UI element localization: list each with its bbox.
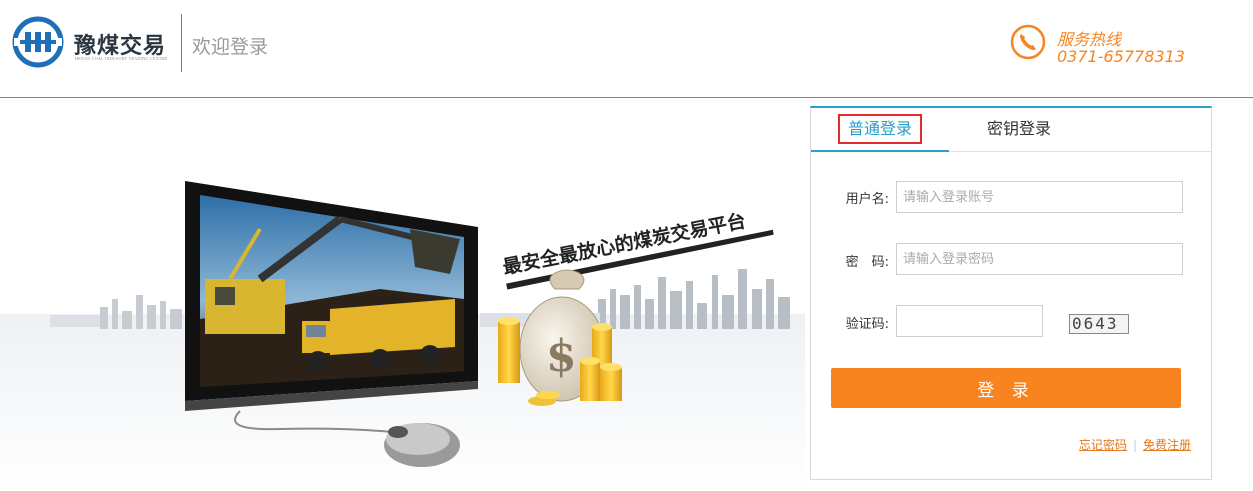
login-panel: 普通登录 密钥登录 用户名: 密 码: 验证码: 0643 登 录 忘记密码 | 免…: [810, 106, 1212, 480]
register-link[interactable]: 免费注册: [1143, 438, 1191, 452]
mouse-icon: [384, 423, 460, 467]
username-input[interactable]: [896, 181, 1183, 213]
login-button[interactable]: 登 录: [831, 368, 1181, 408]
phone-icon: [1010, 24, 1046, 60]
captcha-label: 验证码:: [845, 317, 889, 332]
dollar-icon: $: [546, 331, 577, 382]
login-page: 豫煤交易 HENAN COAL INDUSTRY TRADING CENTER …: [0, 0, 1253, 491]
captcha-image[interactable]: 0643: [1069, 314, 1129, 334]
tab-key-login[interactable]: 密钥登录: [959, 108, 1079, 152]
password-label: 密 码:: [845, 255, 889, 270]
monitor: [185, 181, 478, 411]
welcome-text: 欢迎登录: [192, 36, 269, 58]
coal-exchange-logo-icon: [12, 16, 64, 68]
forgot-password-link[interactable]: 忘记密码: [1079, 438, 1127, 452]
header-divider: [181, 14, 182, 72]
header: 豫煤交易 HENAN COAL INDUSTRY TRADING CENTER …: [0, 0, 1253, 98]
slogan-group: 最安全最放心的煤炭交易平台: [501, 209, 774, 290]
tab-normal-login[interactable]: 普通登录: [811, 108, 949, 152]
link-separator: |: [1132, 438, 1137, 452]
login-tabs: 普通登录 密钥登录: [811, 108, 1211, 152]
username-label: 用户名:: [845, 192, 889, 207]
password-input[interactable]: [896, 243, 1183, 275]
banner-illustration: 最安全最放心的煤炭交易平台 $: [0, 181, 805, 491]
hotline-number: 0371-65778313: [1057, 47, 1185, 66]
promo-banner: 最安全最放心的煤炭交易平台 $: [0, 99, 805, 491]
tab-normal-login-label: 普通登录: [837, 114, 922, 144]
captcha-input[interactable]: [896, 305, 1043, 337]
login-links: 忘记密码 | 免费注册: [1079, 436, 1191, 453]
brand-subtitle: HENAN COAL INDUSTRY TRADING CENTER: [75, 56, 168, 61]
